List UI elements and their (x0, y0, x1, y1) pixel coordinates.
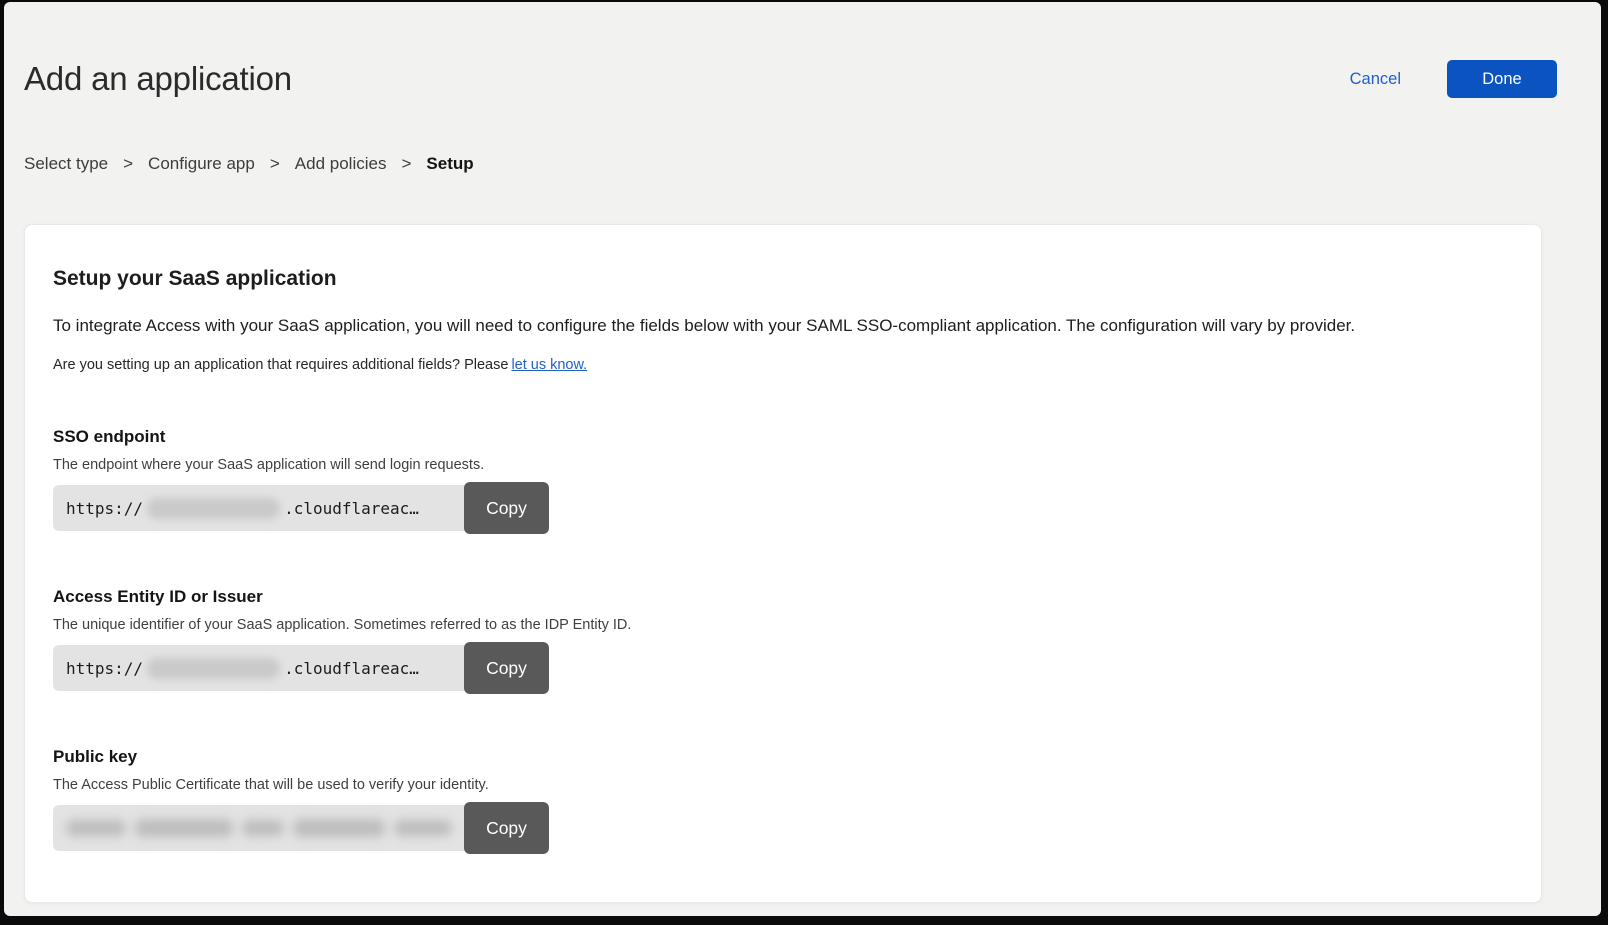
setup-card: Setup your SaaS application To integrate… (24, 224, 1542, 903)
value-suffix: .cloudflareac… (284, 659, 419, 678)
breadcrumb: Select type > Configure app > Add polici… (4, 154, 1601, 174)
card-intro: To integrate Access with your SaaS appli… (53, 316, 1513, 336)
breadcrumb-separator: > (401, 154, 411, 174)
breadcrumb-step-select-type[interactable]: Select type (24, 154, 108, 174)
value-prefix: https:// (66, 659, 143, 678)
breadcrumb-separator: > (123, 154, 133, 174)
field-value-row: Copy (53, 802, 549, 854)
field-label: Access Entity ID or Issuer (53, 587, 1513, 607)
field-label: Public key (53, 747, 1513, 767)
copy-button[interactable]: Copy (464, 642, 549, 694)
page-header: Add an application Cancel Done (4, 2, 1601, 98)
page-title: Add an application (24, 60, 292, 98)
done-button[interactable]: Done (1447, 60, 1557, 98)
value-suffix: .cloudflareac… (284, 499, 419, 518)
field-description: The Access Public Certificate that will … (53, 777, 1513, 793)
access-entity-id-value: https:// .cloudflareac… (53, 645, 465, 691)
field-value-row: https:// .cloudflareac… Copy (53, 482, 549, 534)
field-label: SSO endpoint (53, 427, 1513, 447)
header-actions: Cancel Done (1350, 60, 1557, 98)
public-key-value (53, 805, 465, 851)
copy-button[interactable]: Copy (464, 482, 549, 534)
field-value-row: https:// .cloudflareac… Copy (53, 642, 549, 694)
sso-endpoint-value: https:// .cloudflareac… (53, 485, 465, 531)
field-sso-endpoint: SSO endpoint The endpoint where your Saa… (53, 427, 1513, 534)
breadcrumb-step-configure-app[interactable]: Configure app (148, 154, 255, 174)
redacted-value (66, 819, 452, 837)
field-public-key: Public key The Access Public Certificate… (53, 747, 1513, 854)
redacted-value (147, 498, 280, 519)
cancel-button[interactable]: Cancel (1350, 70, 1401, 89)
page: Add an application Cancel Done Select ty… (4, 2, 1601, 916)
field-description: The unique identifier of your SaaS appli… (53, 617, 1513, 633)
breadcrumb-step-add-policies[interactable]: Add policies (295, 154, 387, 174)
redacted-value (147, 658, 280, 679)
breadcrumb-step-setup: Setup (426, 154, 473, 174)
value-prefix: https:// (66, 499, 143, 518)
field-description: The endpoint where your SaaS application… (53, 457, 1513, 473)
breadcrumb-separator: > (270, 154, 280, 174)
let-us-know-link[interactable]: let us know. (511, 357, 587, 373)
note-text: Are you setting up an application that r… (53, 357, 508, 373)
copy-button[interactable]: Copy (464, 802, 549, 854)
card-heading: Setup your SaaS application (53, 267, 1513, 291)
field-access-entity-id: Access Entity ID or Issuer The unique id… (53, 587, 1513, 694)
card-note: Are you setting up an application that r… (53, 357, 1513, 373)
